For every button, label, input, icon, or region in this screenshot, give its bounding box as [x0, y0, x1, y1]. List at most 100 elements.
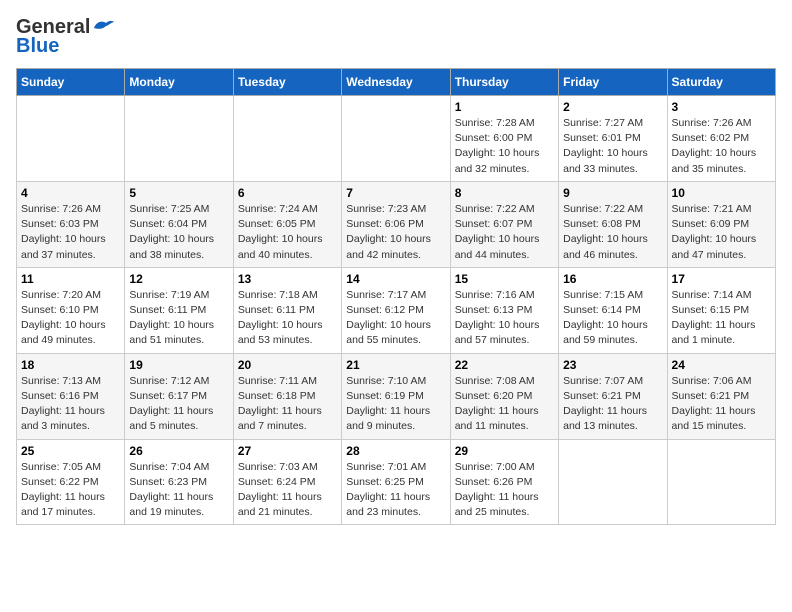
weekday-header-tuesday: Tuesday	[233, 69, 341, 96]
day-info: Sunrise: 7:15 AMSunset: 6:14 PMDaylight:…	[563, 288, 662, 349]
day-number: 14	[346, 272, 445, 286]
calendar-table: SundayMondayTuesdayWednesdayThursdayFrid…	[16, 68, 776, 525]
day-info: Sunrise: 7:00 AMSunset: 6:26 PMDaylight:…	[455, 460, 554, 521]
day-number: 10	[672, 186, 771, 200]
day-info: Sunrise: 7:17 AMSunset: 6:12 PMDaylight:…	[346, 288, 445, 349]
day-number: 3	[672, 100, 771, 114]
calendar-cell: 23 Sunrise: 7:07 AMSunset: 6:21 PMDayligh…	[559, 353, 667, 439]
calendar-cell: 11 Sunrise: 7:20 AMSunset: 6:10 PMDayligh…	[17, 267, 125, 353]
calendar-cell	[233, 96, 341, 182]
calendar-cell: 5 Sunrise: 7:25 AMSunset: 6:04 PMDaylight…	[125, 181, 233, 267]
calendar-cell: 4 Sunrise: 7:26 AMSunset: 6:03 PMDaylight…	[17, 181, 125, 267]
day-info: Sunrise: 7:04 AMSunset: 6:23 PMDaylight:…	[129, 460, 228, 521]
weekday-header-sunday: Sunday	[17, 69, 125, 96]
calendar-cell: 15 Sunrise: 7:16 AMSunset: 6:13 PMDayligh…	[450, 267, 558, 353]
calendar-cell: 10 Sunrise: 7:21 AMSunset: 6:09 PMDayligh…	[667, 181, 775, 267]
day-number: 13	[238, 272, 337, 286]
calendar-cell: 9 Sunrise: 7:22 AMSunset: 6:08 PMDaylight…	[559, 181, 667, 267]
logo-bird-icon	[92, 18, 114, 36]
day-number: 21	[346, 358, 445, 372]
day-info: Sunrise: 7:22 AMSunset: 6:07 PMDaylight:…	[455, 202, 554, 263]
day-info: Sunrise: 7:22 AMSunset: 6:08 PMDaylight:…	[563, 202, 662, 263]
day-number: 29	[455, 444, 554, 458]
day-info: Sunrise: 7:19 AMSunset: 6:11 PMDaylight:…	[129, 288, 228, 349]
calendar-cell: 2 Sunrise: 7:27 AMSunset: 6:01 PMDaylight…	[559, 96, 667, 182]
day-number: 4	[21, 186, 120, 200]
calendar-cell: 16 Sunrise: 7:15 AMSunset: 6:14 PMDayligh…	[559, 267, 667, 353]
calendar-cell: 8 Sunrise: 7:22 AMSunset: 6:07 PMDaylight…	[450, 181, 558, 267]
day-info: Sunrise: 7:18 AMSunset: 6:11 PMDaylight:…	[238, 288, 337, 349]
logo-blue-text: Blue	[16, 35, 59, 58]
calendar-cell: 20 Sunrise: 7:11 AMSunset: 6:18 PMDayligh…	[233, 353, 341, 439]
calendar-cell: 13 Sunrise: 7:18 AMSunset: 6:11 PMDayligh…	[233, 267, 341, 353]
day-number: 2	[563, 100, 662, 114]
day-number: 22	[455, 358, 554, 372]
day-info: Sunrise: 7:07 AMSunset: 6:21 PMDaylight:…	[563, 374, 662, 435]
day-info: Sunrise: 7:26 AMSunset: 6:03 PMDaylight:…	[21, 202, 120, 263]
calendar-cell: 26Sunrise: 7:04 AMSunset: 6:23 PMDayligh…	[125, 439, 233, 525]
day-number: 18	[21, 358, 120, 372]
day-number: 5	[129, 186, 228, 200]
calendar-cell: 27Sunrise: 7:03 AMSunset: 6:24 PMDayligh…	[233, 439, 341, 525]
day-number: 6	[238, 186, 337, 200]
day-info: Sunrise: 7:14 AMSunset: 6:15 PMDaylight:…	[672, 288, 771, 349]
day-info: Sunrise: 7:21 AMSunset: 6:09 PMDaylight:…	[672, 202, 771, 263]
day-info: Sunrise: 7:13 AMSunset: 6:16 PMDaylight:…	[21, 374, 120, 435]
day-number: 9	[563, 186, 662, 200]
calendar-cell	[125, 96, 233, 182]
day-number: 17	[672, 272, 771, 286]
day-number: 16	[563, 272, 662, 286]
calendar-cell: 14 Sunrise: 7:17 AMSunset: 6:12 PMDayligh…	[342, 267, 450, 353]
day-info: Sunrise: 7:10 AMSunset: 6:19 PMDaylight:…	[346, 374, 445, 435]
weekday-header-wednesday: Wednesday	[342, 69, 450, 96]
day-number: 24	[672, 358, 771, 372]
day-number: 1	[455, 100, 554, 114]
calendar-cell: 17 Sunrise: 7:14 AMSunset: 6:15 PMDayligh…	[667, 267, 775, 353]
page-header: General Blue	[16, 16, 776, 58]
day-number: 11	[21, 272, 120, 286]
calendar-cell: 29 Sunrise: 7:00 AMSunset: 6:26 PMDayligh…	[450, 439, 558, 525]
day-info: Sunrise: 7:28 AMSunset: 6:00 PMDaylight:…	[455, 116, 554, 177]
day-info: Sunrise: 7:20 AMSunset: 6:10 PMDaylight:…	[21, 288, 120, 349]
day-number: 28	[346, 444, 445, 458]
calendar-cell	[17, 96, 125, 182]
logo: General Blue	[16, 16, 114, 58]
calendar-cell: 19Sunrise: 7:12 AMSunset: 6:17 PMDayligh…	[125, 353, 233, 439]
day-info: Sunrise: 7:05 AMSunset: 6:22 PMDaylight:…	[21, 460, 120, 521]
calendar-cell: 28 Sunrise: 7:01 AMSunset: 6:25 PMDayligh…	[342, 439, 450, 525]
day-info: Sunrise: 7:25 AMSunset: 6:04 PMDaylight:…	[129, 202, 228, 263]
day-info: Sunrise: 7:11 AMSunset: 6:18 PMDaylight:…	[238, 374, 337, 435]
day-number: 23	[563, 358, 662, 372]
day-number: 27	[238, 444, 337, 458]
calendar-cell: 24Sunrise: 7:06 AMSunset: 6:21 PMDayligh…	[667, 353, 775, 439]
day-info: Sunrise: 7:23 AMSunset: 6:06 PMDaylight:…	[346, 202, 445, 263]
calendar-cell: 25 Sunrise: 7:05 AMSunset: 6:22 PMDayligh…	[17, 439, 125, 525]
calendar-cell: 7 Sunrise: 7:23 AMSunset: 6:06 PMDaylight…	[342, 181, 450, 267]
day-number: 25	[21, 444, 120, 458]
day-info: Sunrise: 7:12 AMSunset: 6:17 PMDaylight:…	[129, 374, 228, 435]
day-info: Sunrise: 7:01 AMSunset: 6:25 PMDaylight:…	[346, 460, 445, 521]
day-number: 20	[238, 358, 337, 372]
calendar-cell: 12 Sunrise: 7:19 AMSunset: 6:11 PMDayligh…	[125, 267, 233, 353]
day-info: Sunrise: 7:26 AMSunset: 6:02 PMDaylight:…	[672, 116, 771, 177]
weekday-header-monday: Monday	[125, 69, 233, 96]
calendar-cell: 1 Sunrise: 7:28 AMSunset: 6:00 PMDaylight…	[450, 96, 558, 182]
weekday-header-saturday: Saturday	[667, 69, 775, 96]
calendar-cell: 18 Sunrise: 7:13 AMSunset: 6:16 PMDayligh…	[17, 353, 125, 439]
day-info: Sunrise: 7:24 AMSunset: 6:05 PMDaylight:…	[238, 202, 337, 263]
calendar-cell	[559, 439, 667, 525]
calendar-cell	[667, 439, 775, 525]
day-number: 15	[455, 272, 554, 286]
calendar-cell: 6 Sunrise: 7:24 AMSunset: 6:05 PMDaylight…	[233, 181, 341, 267]
calendar-cell: 22 Sunrise: 7:08 AMSunset: 6:20 PMDayligh…	[450, 353, 558, 439]
weekday-header-thursday: Thursday	[450, 69, 558, 96]
day-info: Sunrise: 7:16 AMSunset: 6:13 PMDaylight:…	[455, 288, 554, 349]
calendar-cell: 3 Sunrise: 7:26 AMSunset: 6:02 PMDaylight…	[667, 96, 775, 182]
day-info: Sunrise: 7:27 AMSunset: 6:01 PMDaylight:…	[563, 116, 662, 177]
weekday-header-friday: Friday	[559, 69, 667, 96]
day-number: 8	[455, 186, 554, 200]
day-number: 12	[129, 272, 228, 286]
calendar-cell	[342, 96, 450, 182]
day-info: Sunrise: 7:08 AMSunset: 6:20 PMDaylight:…	[455, 374, 554, 435]
day-number: 7	[346, 186, 445, 200]
